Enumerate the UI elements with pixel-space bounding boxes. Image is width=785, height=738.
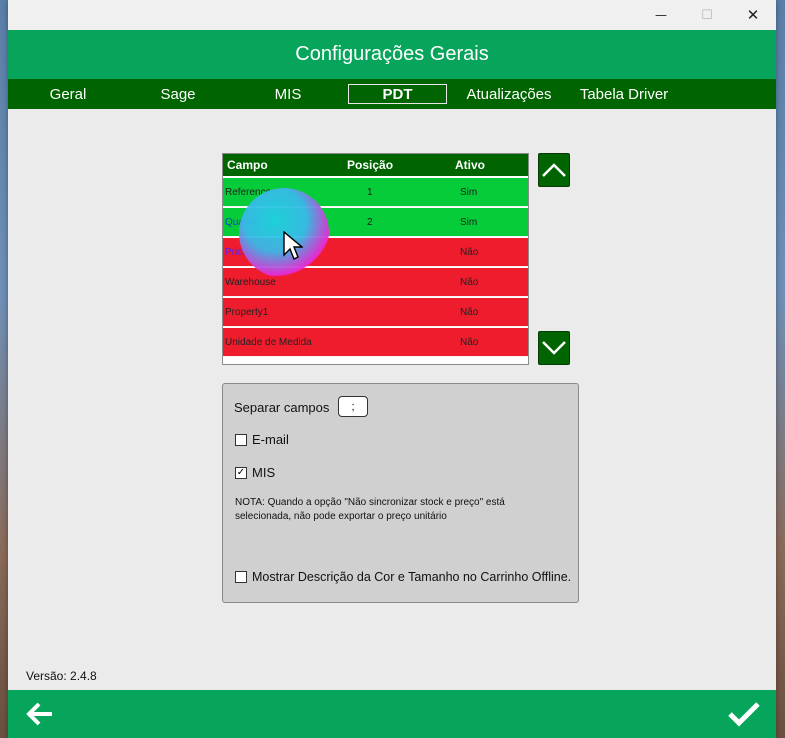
chevron-down-icon	[542, 341, 566, 355]
confirm-button[interactable]	[726, 696, 762, 732]
table-row[interactable]: Quantity 2 Sim	[223, 208, 528, 237]
tab-atualizacoes[interactable]: Atualizações	[460, 83, 558, 105]
tab-tabela-driver[interactable]: Tabela Driver	[574, 83, 674, 105]
note-text: NOTA: Quando a opção "Não sincronizar st…	[235, 497, 505, 522]
tab-bar: Geral Sage MIS PDT Atualizações Tabela D…	[8, 79, 776, 109]
column-header-posicao[interactable]: Posição	[347, 158, 393, 172]
checkmark-icon	[728, 702, 760, 727]
table-row[interactable]: Reference 1 Sim	[223, 178, 528, 207]
move-down-button[interactable]	[538, 331, 570, 365]
cell-ativo: Não	[460, 337, 479, 348]
email-checkbox[interactable]	[235, 434, 247, 446]
arrow-left-icon	[26, 702, 52, 726]
cell-campo: Priceline	[225, 247, 264, 258]
separator-input[interactable]: ;	[338, 396, 368, 417]
separator-label: Separar campos	[234, 400, 330, 415]
cell-campo: Quantity	[225, 217, 263, 228]
mis-label[interactable]: MIS	[252, 465, 275, 480]
tab-pdt[interactable]: PDT	[348, 84, 447, 104]
cell-campo: Unidade de Medida	[225, 337, 312, 348]
grid-header: Campo Posição Ativo	[223, 154, 528, 176]
show-description-label[interactable]: Mostrar Descrição da Cor e Tamanho no Ca…	[252, 570, 571, 584]
chevron-up-icon	[542, 163, 566, 177]
version-label: Versão: 2.4.8	[26, 669, 97, 683]
cell-posicao: 2	[367, 217, 373, 228]
cell-ativo: Não	[460, 277, 479, 288]
config-window: — ☐ ✕ Configurações Gerais Geral Sage MI…	[8, 0, 776, 738]
table-row[interactable]: Property1 Não	[223, 298, 528, 327]
table-row[interactable]: Warehouse Não	[223, 268, 528, 297]
fields-grid: Campo Posição Ativo Reference 1 Sim Quan…	[222, 153, 529, 365]
tab-mis[interactable]: MIS	[248, 83, 328, 105]
table-row[interactable]: Unidade de Medida Não	[223, 328, 528, 357]
cell-posicao: 1	[367, 187, 373, 198]
cell-ativo: Sim	[460, 217, 478, 228]
mis-checkbox[interactable]: ✓	[235, 467, 247, 479]
column-header-ativo[interactable]: Ativo	[455, 158, 485, 172]
tab-sage[interactable]: Sage	[138, 83, 218, 105]
table-row[interactable]: Priceline Não	[223, 238, 528, 267]
cell-ativo: Sim	[460, 187, 478, 198]
title-bar: — ☐ ✕	[8, 0, 776, 30]
page-title-text: Configurações Gerais	[295, 43, 489, 65]
minimize-button[interactable]: —	[638, 0, 684, 30]
page-title: Configurações Gerais	[8, 30, 776, 79]
maximize-button[interactable]: ☐	[684, 0, 730, 30]
email-label[interactable]: E-mail	[252, 432, 289, 447]
back-button[interactable]	[22, 696, 58, 732]
show-description-checkbox[interactable]	[235, 571, 247, 583]
footer-bar	[8, 690, 776, 738]
tab-geral[interactable]: Geral	[28, 83, 108, 105]
options-panel: Separar campos ; E-mail ✓ MIS NOTA: Quan…	[222, 383, 579, 603]
cell-campo: Reference	[225, 187, 272, 198]
cell-campo: Property1	[225, 307, 269, 318]
column-header-campo[interactable]: Campo	[227, 158, 268, 172]
cell-campo: Warehouse	[225, 277, 276, 288]
cell-ativo: Não	[460, 247, 479, 258]
close-button[interactable]: ✕	[730, 0, 776, 30]
cell-ativo: Não	[460, 307, 479, 318]
mouse-cursor-icon	[283, 231, 303, 260]
move-up-button[interactable]	[538, 153, 570, 187]
